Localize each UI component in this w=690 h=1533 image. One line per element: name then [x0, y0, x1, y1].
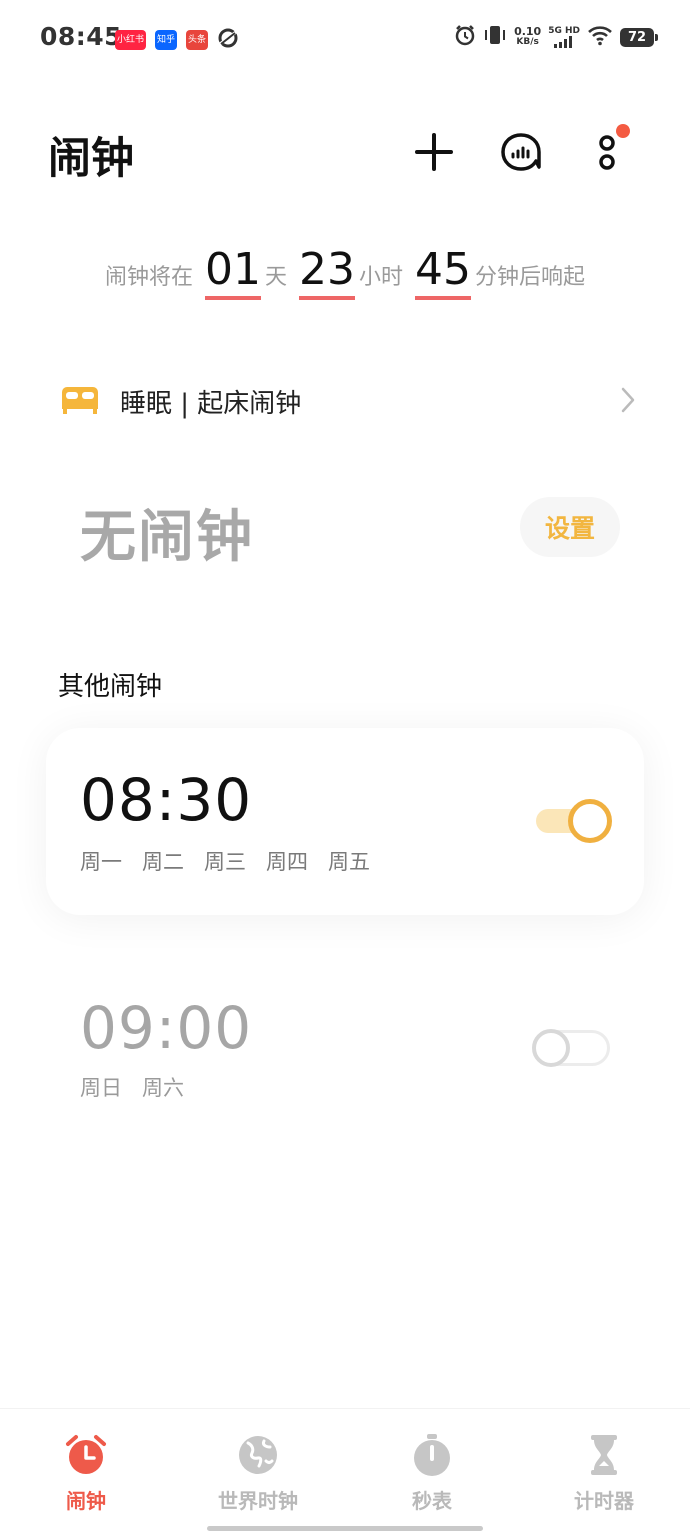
- alarm-toggle-off[interactable]: [532, 1028, 610, 1068]
- day-label: 周六: [142, 1076, 184, 1100]
- toggle-knob: [568, 799, 612, 843]
- next-alarm-countdown: 闹钟将在 01 天 23 小时 45 分钟后响起: [0, 246, 690, 300]
- sleep-tracker-icon: [501, 133, 541, 171]
- status-indicators: 0.10 KB/s 5G HD 72: [454, 24, 658, 50]
- countdown-minutes-unit: 分钟后响起: [475, 265, 586, 290]
- tab-label: 秒表: [412, 1489, 452, 1513]
- cellular-signal: 5G HD: [548, 26, 580, 48]
- countdown-prefix: 闹钟将在: [104, 265, 193, 290]
- tab-timer[interactable]: 计时器: [534, 1433, 674, 1514]
- day-label: 周五: [328, 850, 370, 874]
- countdown-days: 01: [204, 246, 261, 300]
- other-alarms-title: 其他闹钟: [58, 672, 163, 702]
- alarm-time[interactable]: 09:00: [80, 994, 252, 1062]
- more-icon: [599, 135, 615, 170]
- bed-icon: [60, 383, 100, 419]
- alarm-repeat-days: 周一 周二 周三 周四 周五: [80, 846, 370, 876]
- sync-icon: [217, 27, 239, 53]
- xiaohongshu-app-icon: 小红书: [115, 30, 147, 50]
- tab-label: 闹钟: [66, 1489, 106, 1513]
- day-label: 周一: [80, 850, 122, 874]
- more-options-button[interactable]: [586, 124, 634, 178]
- countdown-days-unit: 天: [264, 265, 287, 290]
- tab-stopwatch[interactable]: 秒表: [362, 1433, 502, 1514]
- day-label: 周二: [142, 850, 184, 874]
- globe-icon: [239, 1436, 277, 1474]
- day-label: 周四: [266, 850, 308, 874]
- page-title: 闹钟: [48, 134, 134, 184]
- tab-alarm[interactable]: 闹钟: [16, 1433, 156, 1514]
- add-icon: [415, 133, 453, 171]
- sleep-tracker-button[interactable]: [497, 126, 545, 178]
- toutiao-app-icon: 头条: [186, 30, 209, 50]
- wifi-icon: [587, 24, 613, 50]
- notification-app-icons: 小红书 知乎 头条: [115, 27, 239, 53]
- alarm-status-icon: [454, 24, 476, 50]
- countdown-minutes: 45: [415, 246, 472, 300]
- vibrate-icon: [483, 24, 507, 50]
- sleep-wake-alarm-row[interactable]: 睡眠 | 起床闹钟: [60, 374, 640, 428]
- battery-indicator: 72: [620, 27, 658, 47]
- alarm-clock-icon: [66, 1435, 106, 1474]
- no-alarm-title: 无闹钟: [80, 505, 254, 570]
- alarm-time: 08:30: [80, 766, 253, 834]
- sleep-wake-label: 睡眠 | 起床闹钟: [120, 388, 302, 419]
- add-alarm-button[interactable]: [410, 126, 458, 178]
- bottom-navigation: 闹钟 世界时钟 秒表 计时器: [0, 1408, 690, 1533]
- zhihu-app-icon: 知乎: [155, 30, 178, 50]
- tab-label: 世界时钟: [218, 1489, 298, 1513]
- day-label: 周日: [80, 1076, 122, 1100]
- notification-dot: [616, 124, 630, 138]
- status-time: 08:45: [40, 22, 123, 51]
- network-speed: 0.10 KB/s: [514, 25, 542, 47]
- alarm-repeat-days: 周日 周六: [80, 1072, 184, 1102]
- tab-label: 计时器: [574, 1489, 634, 1513]
- countdown-hours-unit: 小时: [359, 265, 404, 290]
- status-bar: 08:45 小红书 知乎 头条 0.10 KB/s 5G HD 72: [0, 0, 690, 76]
- signal-icon: [554, 36, 573, 48]
- hourglass-icon: [591, 1435, 617, 1475]
- day-label: 周三: [204, 850, 246, 874]
- alarm-toggle-on[interactable]: [536, 799, 612, 843]
- tab-world-clock[interactable]: 世界时钟: [188, 1433, 328, 1514]
- set-alarm-button[interactable]: 设置: [520, 497, 620, 557]
- toggle-knob: [532, 1029, 570, 1067]
- home-indicator[interactable]: [207, 1526, 483, 1531]
- stopwatch-icon: [414, 1434, 450, 1476]
- chevron-right-icon: [620, 386, 636, 418]
- countdown-hours: 23: [299, 246, 355, 300]
